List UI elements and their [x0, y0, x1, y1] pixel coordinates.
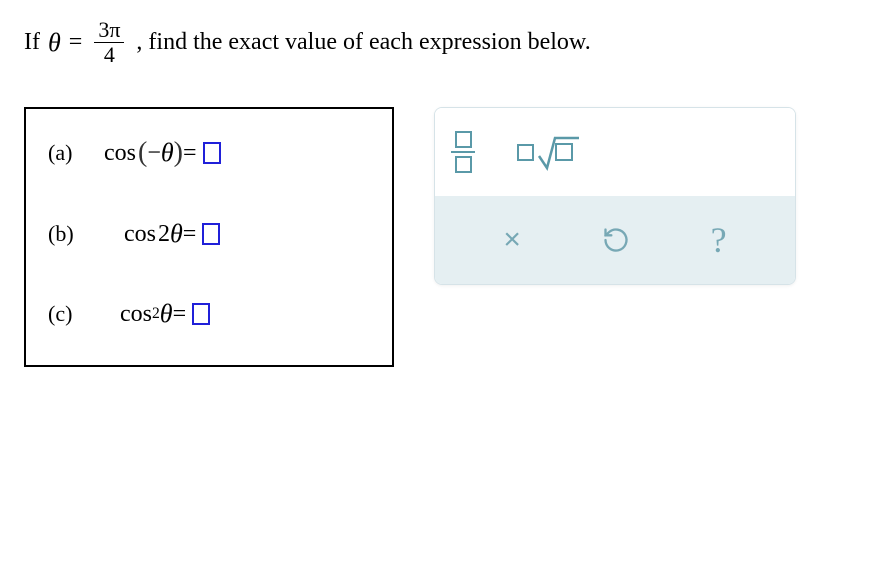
cos-func: cos — [124, 221, 156, 248]
instruction-text: , find the exact value of each expressio… — [136, 29, 590, 56]
fraction-denominator: 4 — [100, 43, 119, 67]
help-icon: ? — [711, 219, 727, 261]
theta-arg: θ — [160, 299, 173, 329]
exponent-2: 2 — [152, 305, 160, 323]
sqrt-tool-button[interactable] — [517, 132, 581, 172]
fraction-numerator: 3π — [94, 18, 124, 43]
problem-statement: If θ = 3π 4 , find the exact value of ea… — [24, 18, 848, 67]
answer-input-a[interactable] — [203, 142, 221, 164]
toolbox-actions-row: × ? — [435, 196, 795, 284]
reset-button[interactable] — [602, 226, 630, 254]
problem-label-a: (a) — [48, 140, 104, 166]
help-button[interactable]: ? — [711, 219, 727, 261]
problem-b: (b) cos 2 θ = — [48, 219, 362, 249]
clear-button[interactable]: × — [503, 223, 521, 257]
problem-label-c: (c) — [48, 301, 104, 327]
coef-2: 2 — [158, 221, 170, 248]
problem-c: (c) cos 2 θ = — [48, 299, 362, 329]
answer-input-c[interactable] — [192, 303, 210, 325]
fraction-tool-button[interactable] — [451, 131, 475, 173]
fraction-icon — [451, 131, 475, 173]
neg-sign: − — [147, 140, 161, 167]
theta-arg: θ — [170, 219, 183, 249]
cos-func: cos — [104, 140, 136, 167]
equals: = — [173, 301, 187, 328]
theta-value-fraction: 3π 4 — [94, 18, 124, 67]
problems-box: (a) cos ( − θ ) = (b) cos 2 θ = (c) cos … — [24, 107, 394, 367]
problem-a: (a) cos ( − θ ) = — [48, 137, 362, 169]
close-icon: × — [503, 223, 521, 257]
math-toolbox: × ? — [434, 107, 796, 285]
problem-label-b: (b) — [48, 221, 104, 247]
equals: = — [183, 140, 197, 167]
if-text: If — [24, 29, 40, 56]
equals: = — [183, 221, 197, 248]
equals-sign: = — [69, 29, 83, 56]
reset-icon — [602, 226, 630, 254]
theta-symbol: θ — [48, 28, 61, 58]
cos-func: cos — [120, 301, 152, 328]
toolbox-symbols-row — [435, 108, 795, 196]
answer-input-b[interactable] — [202, 223, 220, 245]
arg-open: ( — [138, 137, 147, 169]
theta-arg: θ — [161, 138, 174, 168]
arg-close: ) — [174, 137, 183, 169]
sqrt-icon — [517, 132, 581, 172]
